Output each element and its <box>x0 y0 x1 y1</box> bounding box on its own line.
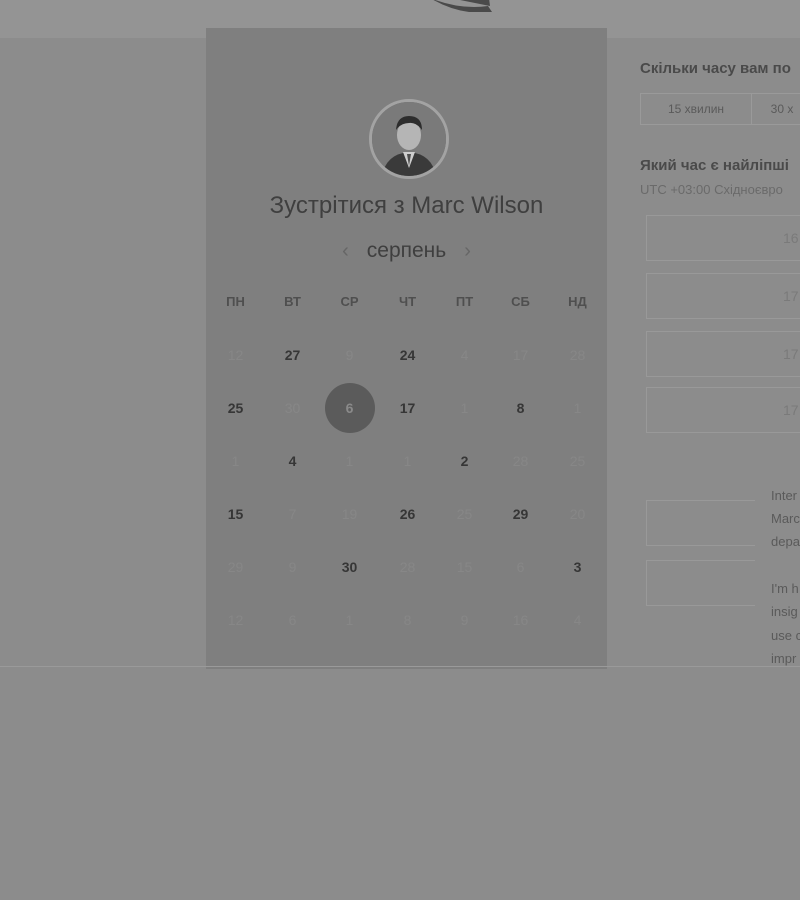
calendar-grid: 12 27 9 24 4 17 28 25 30 6 17 1 8 1 1 4 … <box>206 328 607 648</box>
calendar-day: 28 <box>399 559 416 575</box>
weekday-label: СБ <box>511 294 530 309</box>
avatar <box>369 99 449 179</box>
calendar-day-available[interactable]: 8 <box>492 394 549 422</box>
calendar-day: 28 <box>512 453 529 469</box>
month-label: серпень <box>366 239 447 262</box>
calendar-day-available[interactable]: 27 <box>264 341 321 369</box>
calendar-week-row: 15 7 19 26 25 29 20 <box>206 487 607 540</box>
calendar-day: 9 <box>288 559 297 575</box>
duration-selector: 15 хвилин 30 х <box>640 93 800 125</box>
calendar-week-row: 12 6 1 8 9 16 4 <box>206 593 607 646</box>
logo-icon <box>433 0 492 12</box>
bio-text: I'm h <box>771 581 799 596</box>
calendar-day-available[interactable]: 15 <box>207 500 264 528</box>
weekday-label: НД <box>568 294 587 309</box>
calendar-day: 15 <box>456 559 473 575</box>
month-navigation: ‹ серпень › <box>206 236 607 266</box>
time-slot[interactable]: 17 <box>646 331 800 377</box>
calendar-day-available[interactable]: 4 <box>264 447 321 475</box>
calendar-day-available[interactable]: 2 <box>436 447 493 475</box>
calendar-day: 1 <box>403 453 412 469</box>
weekday-label: СР <box>340 294 359 309</box>
calendar-day: 1 <box>231 453 240 469</box>
calendar-day: 8 <box>403 612 412 628</box>
weekday-label: ВТ <box>284 294 301 309</box>
calendar-day: 9 <box>460 612 469 628</box>
calendar-day: 29 <box>227 559 244 575</box>
bio-text: insig <box>771 604 798 619</box>
calendar-day-available[interactable]: 17 <box>379 394 436 422</box>
time-slot-label: 17 <box>783 346 799 362</box>
calendar-day-available[interactable]: 26 <box>379 500 436 528</box>
calendar-day: 30 <box>284 400 301 416</box>
divider <box>0 666 800 667</box>
duration-option-30[interactable]: 30 х <box>752 94 800 124</box>
weekday-label: ПН <box>226 294 245 309</box>
calendar-week-row: 1 4 1 1 2 28 25 <box>206 434 607 487</box>
calendar-day: 12 <box>227 612 244 628</box>
weekday-label: ЧТ <box>398 294 417 309</box>
calendar-day-available[interactable]: 3 <box>549 553 606 581</box>
time-slot[interactable]: 17 <box>646 273 800 319</box>
duration-question: Скільки часу вам по <box>640 60 791 77</box>
time-question: Який час є найліпші <box>640 157 789 174</box>
weekday-label: ПТ <box>455 294 474 309</box>
calendar-day: 19 <box>341 506 358 522</box>
bio-text: use c <box>771 628 800 643</box>
scheduler-card: Зустрітися з Marc Wilson ‹ серпень › ПН … <box>206 28 607 669</box>
bio-text: Marc <box>771 511 800 526</box>
calendar-day: 25 <box>569 453 586 469</box>
calendar-day: 7 <box>288 506 297 522</box>
page-title: Зустрітися з Marc Wilson <box>269 192 544 219</box>
calendar-day: 17 <box>512 347 529 363</box>
bio-text: Inter <box>771 488 798 503</box>
calendar-day: 12 <box>227 347 244 363</box>
calendar-week-row: 12 27 9 24 4 17 28 <box>206 328 607 381</box>
calendar-day: 1 <box>345 453 354 469</box>
time-slot[interactable]: 17 <box>646 387 800 433</box>
time-slot-label: 17 <box>783 402 799 418</box>
timezone-label: UTC +03:00 Східноєвро <box>640 182 783 197</box>
calendar-day: 4 <box>573 612 582 628</box>
calendar-day: 6 <box>288 612 297 628</box>
calendar-day: 4 <box>460 347 469 363</box>
chevron-right-icon[interactable]: › <box>464 240 471 263</box>
calendar-day: 1 <box>573 400 582 416</box>
chevron-left-icon[interactable]: ‹ <box>342 240 349 263</box>
calendar-day: 6 <box>516 559 525 575</box>
weekday-header: ПН ВТ СР ЧТ ПТ СБ НД <box>206 294 607 314</box>
calendar-day-available[interactable]: 25 <box>207 394 264 422</box>
calendar-week-row: 29 9 30 28 15 6 3 <box>206 540 607 593</box>
calendar-day-available[interactable]: 29 <box>492 500 549 528</box>
host-bio-tooltip: Inter Marc depa I'm h insig use c impr p… <box>755 475 800 670</box>
calendar-day: 20 <box>569 506 586 522</box>
calendar-day: 16 <box>512 612 529 628</box>
calendar-day: 1 <box>460 400 469 416</box>
calendar-day-available[interactable]: 24 <box>379 341 436 369</box>
calendar-day: 25 <box>456 506 473 522</box>
calendar-day: 1 <box>345 612 354 628</box>
calendar-day: 9 <box>345 347 354 363</box>
calendar-week-row: 25 30 6 17 1 8 1 <box>206 381 607 434</box>
time-slot[interactable]: 16 <box>646 215 800 261</box>
duration-option-15[interactable]: 15 хвилин <box>641 94 752 124</box>
person-photo-icon <box>372 102 446 176</box>
time-slot-label: 17 <box>783 288 799 304</box>
calendar-day: 28 <box>569 347 586 363</box>
calendar-day-selected[interactable]: 6 <box>321 394 378 422</box>
calendar-day-available[interactable]: 30 <box>321 553 378 581</box>
bio-text: depa <box>771 534 800 549</box>
time-slot-label: 16 <box>783 230 799 246</box>
